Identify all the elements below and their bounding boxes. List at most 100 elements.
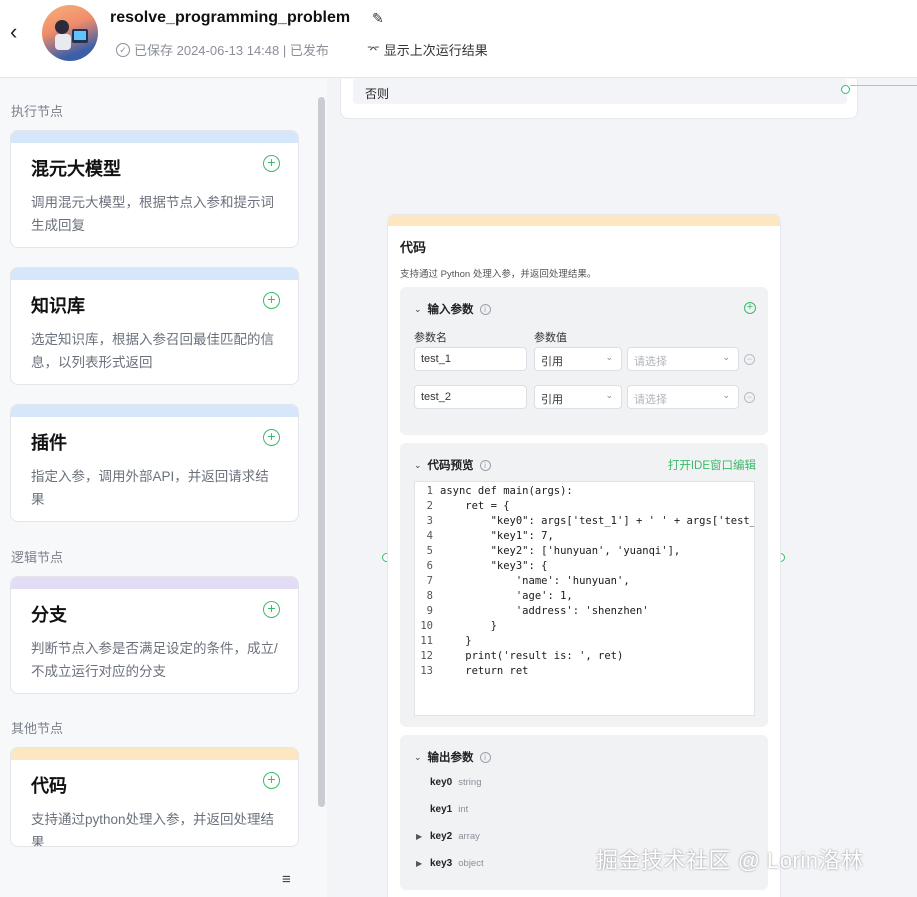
output-params-header[interactable]: ⌄ 输出参数 i: [414, 749, 491, 765]
param-value-select[interactable]: 请选择 ⌄: [627, 385, 739, 409]
line-number: 4: [426, 530, 433, 542]
add-icon[interactable]: +: [263, 772, 280, 789]
code-text: "key3": {: [440, 560, 548, 572]
chevron-down-icon: ⌄: [414, 303, 422, 314]
line-number: 10: [420, 620, 433, 632]
param-name-input[interactable]: test_2: [414, 385, 527, 409]
card-desc: 支持通过python处理入参，并返回处理结果: [31, 812, 275, 847]
param-type-value: 引用: [541, 356, 563, 368]
remove-param-icon[interactable]: −: [744, 354, 755, 365]
line-number: 1: [426, 485, 433, 497]
code-text: 'name': 'hunyuan',: [440, 575, 630, 587]
avatar: [42, 5, 98, 61]
node-desc: 支持通过 Python 处理入参，并返回处理结果。: [400, 269, 597, 280]
card-desc: 选定知识库，根据入参召回最佳匹配的信息，以列表形式返回: [31, 332, 274, 370]
card-title: 知识库: [31, 296, 85, 316]
col-header-name: 参数名: [414, 332, 447, 344]
node-library-sidebar: 执行节点 混元大模型 + 调用混元大模型，根据节点入参和提示词生成回复 知识库 …: [0, 79, 327, 897]
section-label-logic: 逻辑节点: [11, 550, 64, 565]
connection-edge: [850, 85, 917, 86]
show-run-result-button[interactable]: ⌤ 显示上次运行结果: [367, 40, 488, 59]
input-params-header[interactable]: ⌄ 输入参数 i: [414, 301, 491, 317]
line-number: 13: [420, 665, 433, 677]
node-card-code[interactable]: 代码 + 支持通过python处理入参，并返回处理结果: [10, 747, 299, 847]
node-accent: [388, 215, 780, 226]
line-number: 2: [426, 500, 433, 512]
param-value-placeholder: 请选择: [634, 394, 667, 406]
add-icon[interactable]: +: [263, 155, 280, 172]
output-param-type: array: [458, 831, 480, 842]
param-value-select[interactable]: 请选择 ⌄: [627, 347, 739, 371]
node-card-llm[interactable]: 混元大模型 + 调用混元大模型，根据节点入参和提示词生成回复: [10, 130, 299, 248]
code-text: ret = {: [440, 500, 510, 512]
card-accent: [11, 405, 298, 417]
card-title: 混元大模型: [31, 159, 121, 179]
code-text: 'age': 1,: [440, 590, 573, 602]
card-desc: 指定入参，调用外部API，并返回请求结果: [31, 469, 269, 507]
branch-else-row: 否则: [353, 79, 847, 104]
section-label-execution: 执行节点: [11, 104, 64, 119]
add-icon[interactable]: +: [263, 601, 280, 618]
output-param-row: key0 string: [430, 777, 481, 788]
param-name-input[interactable]: test_1: [414, 347, 527, 371]
output-param-type: object: [458, 858, 484, 869]
show-run-result-label: 显示上次运行结果: [383, 43, 488, 58]
card-desc: 调用混元大模型，根据节点入参和提示词生成回复: [31, 195, 274, 233]
back-icon[interactable]: ‹: [10, 21, 30, 43]
code-editor[interactable]: 1 async def main(args): 2 ret = {3 "key0":…: [414, 481, 755, 716]
add-icon[interactable]: +: [263, 429, 280, 446]
expand-arrow-icon[interactable]: ▶: [416, 832, 422, 841]
chevron-down-icon: ⌄: [722, 352, 730, 362]
card-title: 代码: [31, 776, 67, 796]
expand-arrow-icon[interactable]: ▶: [416, 859, 422, 868]
card-accent: [11, 577, 298, 589]
card-title: 分支: [31, 605, 67, 625]
code-node[interactable]: 代码 支持通过 Python 处理入参，并返回处理结果。 ⌄ 输入参数 i + …: [387, 214, 781, 897]
output-param-row[interactable]: key2 array: [430, 831, 480, 842]
open-ide-link[interactable]: 打开IDE窗口编辑: [668, 457, 756, 473]
node-card-plugin[interactable]: 插件 + 指定入参，调用外部API，并返回请求结果: [10, 404, 299, 522]
card-desc: 判断节点入参是否满足设定的条件，成立/不成立运行对应的分支: [31, 641, 278, 679]
code-text: async def main(args):: [440, 485, 573, 497]
param-type-select[interactable]: 引用 ⌄: [534, 385, 622, 409]
output-param-row[interactable]: key3 object: [430, 858, 484, 869]
branch-node[interactable]: 否则: [340, 79, 858, 119]
workflow-canvas[interactable]: 否则 代码 支持通过 Python 处理入参，并返回处理结果。 ⌄ 输入参数 i…: [328, 79, 917, 897]
code-line: 13 return ret: [415, 664, 754, 679]
code-text: "key0": args['test_1'] + ' ' + args['tes…: [440, 515, 755, 527]
info-icon[interactable]: i: [479, 459, 491, 471]
line-number: 11: [420, 635, 433, 647]
code-preview-header[interactable]: ⌄ 代码预览 i: [414, 457, 491, 473]
card-title: 插件: [31, 433, 67, 453]
code-line: 12 print('result is: ', ret): [415, 649, 754, 664]
code-line: 5 "key2": ['hunyuan', 'yuanqi'],: [415, 544, 754, 559]
info-icon[interactable]: i: [479, 303, 491, 315]
col-header-value: 参数值: [534, 332, 567, 344]
add-param-icon[interactable]: +: [744, 302, 756, 314]
edit-title-icon[interactable]: ✎: [372, 10, 384, 27]
card-accent: [11, 748, 298, 760]
info-icon[interactable]: i: [479, 751, 491, 763]
chevron-down-icon: ⌄: [722, 390, 730, 400]
input-params-title: 输入参数: [427, 304, 474, 316]
add-icon[interactable]: +: [263, 292, 280, 309]
remove-param-icon[interactable]: −: [744, 392, 755, 403]
output-port[interactable]: [841, 85, 850, 94]
output-param-type: string: [458, 777, 482, 788]
node-card-branch[interactable]: 分支 + 判断节点入参是否满足设定的条件，成立/不成立运行对应的分支: [10, 576, 299, 694]
code-line: 9 'address': 'shenzhen': [415, 604, 754, 619]
sidebar-footer: [0, 847, 318, 897]
code-line: 10 }: [415, 619, 754, 634]
line-number: 6: [426, 560, 433, 572]
sidebar-scrollbar[interactable]: [318, 97, 325, 807]
code-line: 8 'age': 1,: [415, 589, 754, 604]
chevron-down-icon: ⌄: [414, 459, 422, 470]
param-type-select[interactable]: 引用 ⌄: [534, 347, 622, 371]
eye-closed-icon: ⌤: [367, 44, 380, 56]
collapse-sidebar-icon[interactable]: ≡: [282, 871, 291, 888]
node-card-knowledge[interactable]: 知识库 + 选定知识库，根据入参召回最佳匹配的信息，以列表形式返回: [10, 267, 299, 385]
code-line: 4 "key1": 7,: [415, 529, 754, 544]
output-param-row: key1 int: [430, 804, 468, 815]
code-preview-title: 代码预览: [427, 460, 474, 472]
code-line: 7 'name': 'hunyuan',: [415, 574, 754, 589]
